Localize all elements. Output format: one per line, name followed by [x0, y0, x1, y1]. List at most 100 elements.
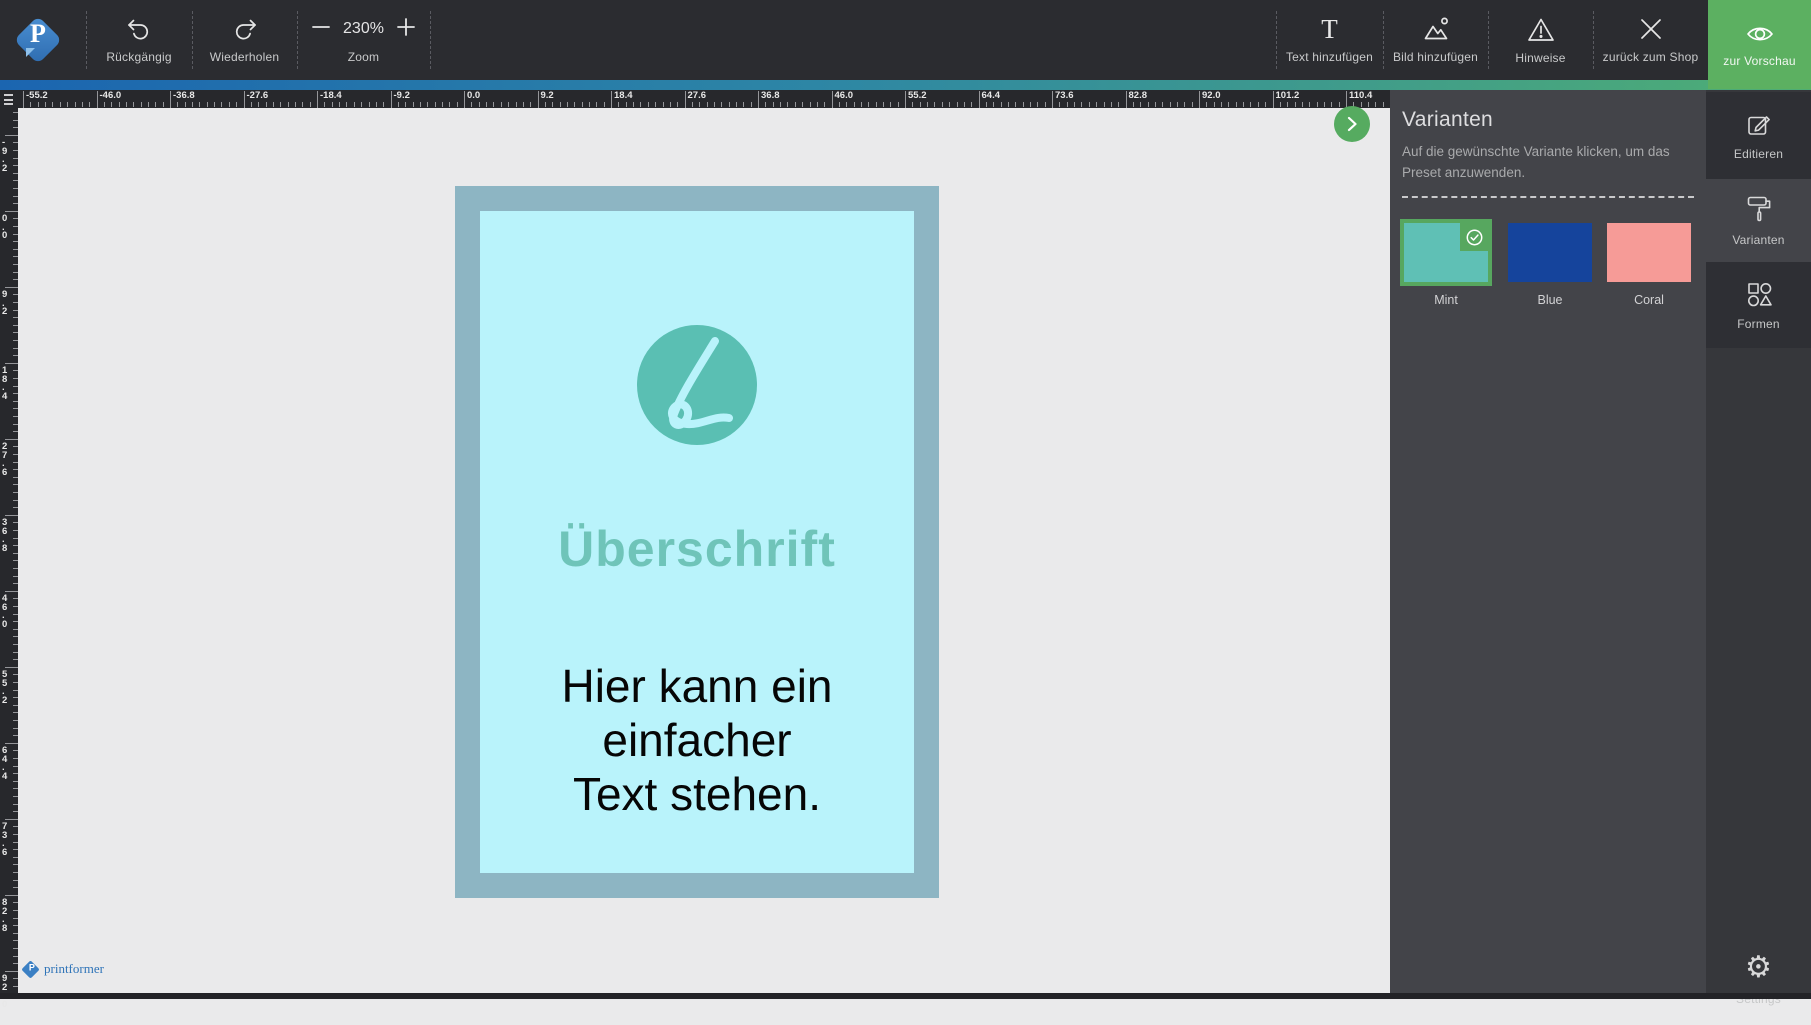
poster-artboard[interactable]: Überschrift Hier kann ein einfacher Text…	[455, 186, 939, 898]
warning-icon	[1526, 16, 1556, 43]
ruler-minor-tick	[13, 758, 18, 759]
undo-label: Rückgängig	[106, 50, 172, 64]
variant-swatch[interactable]	[1607, 223, 1691, 282]
variant-swatch[interactable]	[1508, 223, 1592, 282]
ruler-minor-tick	[272, 102, 274, 107]
ruler-minor-tick	[772, 102, 774, 107]
ruler-minor-tick	[103, 102, 105, 107]
ruler-top-label: -55.2	[26, 90, 48, 101]
variant-label: Coral	[1634, 293, 1664, 307]
ruler-minor-tick	[883, 102, 884, 107]
ruler-top-label: 9.2	[540, 90, 554, 101]
redo-button[interactable]: Wiederholen	[192, 0, 297, 80]
ruler-minor-tick	[1316, 102, 1318, 107]
poster-logo-image[interactable]	[637, 325, 757, 445]
ruler-top-label: -36.8	[173, 90, 195, 101]
undo-button[interactable]: Rückgängig	[86, 0, 192, 80]
ruler-minor-tick	[500, 102, 502, 107]
ruler-top-label: 110.4	[1349, 90, 1373, 101]
app-logo[interactable]: P	[10, 12, 66, 68]
add-text-button[interactable]: T Text hinzufügen	[1276, 0, 1383, 80]
ruler-minor-tick	[13, 628, 18, 630]
poster-heading-text[interactable]: Überschrift	[480, 520, 914, 578]
poster-body-text[interactable]: Hier kann ein einfacher Text stehen.	[480, 659, 914, 821]
add-image-button[interactable]: Bild hinzufügen	[1383, 0, 1488, 80]
ruler-minor-tick	[1103, 102, 1105, 107]
ruler-minor-tick	[13, 636, 18, 638]
tab-formen[interactable]: Formen	[1706, 262, 1811, 348]
printformer-brandmark: P printformer	[21, 959, 104, 979]
bottom-strip	[0, 993, 1811, 999]
ruler-minor-tick	[13, 522, 18, 524]
ruler-minor-tick	[721, 102, 723, 107]
tab-editieren-label: Editieren	[1733, 146, 1784, 161]
ruler-minor-tick	[1147, 102, 1149, 107]
ruler-minor-tick	[13, 735, 18, 737]
ruler-minor-tick	[1338, 102, 1340, 107]
ruler-minor-tick	[13, 689, 18, 691]
poster-background[interactable]: Überschrift Hier kann ein einfacher Text…	[480, 211, 914, 873]
ruler-major-tick	[905, 91, 906, 108]
ruler-minor-tick	[1287, 102, 1289, 107]
ruler-minor-tick	[1265, 102, 1267, 107]
ruler-major-tick	[5, 287, 18, 288]
tab-editieren[interactable]: Editieren	[1706, 92, 1811, 179]
ruler-left-label: 1 8 . 4	[2, 365, 8, 402]
ruler-minor-tick	[927, 102, 929, 107]
variant-blue[interactable]: Blue	[1508, 223, 1592, 307]
ruler-top-label: 82.8	[1128, 90, 1148, 101]
ruler-minor-tick	[74, 102, 76, 107]
settings-button[interactable]: ⚙ Settings	[1706, 933, 1811, 1025]
ruler-minor-tick	[633, 102, 635, 107]
ruler-major-tick	[537, 91, 539, 108]
ruler-minor-tick	[13, 963, 18, 965]
undo-icon	[124, 16, 154, 42]
ruler-major-tick	[317, 91, 318, 108]
ruler-minor-tick	[1030, 102, 1031, 107]
variant-swatch[interactable]	[1400, 219, 1492, 286]
ruler-minor-tick	[13, 864, 18, 866]
variant-mint[interactable]: Mint	[1400, 219, 1492, 307]
zoom-in-icon[interactable]	[396, 17, 416, 42]
ruler-minor-tick	[13, 218, 18, 220]
ruler-top: -55.2 -46.0 -36.8 -27.6 -18.4 -9.2 0.0 9.2 18.4 2…	[0, 90, 1390, 108]
variant-coral[interactable]: Coral	[1607, 223, 1691, 307]
ruler-minor-tick	[706, 102, 708, 107]
ruler-minor-tick	[147, 102, 149, 107]
zoom-label: Zoom	[347, 49, 380, 64]
redo-label: Wiederholen	[209, 50, 280, 64]
ruler-top-label: 55.2	[908, 90, 927, 101]
back-to-shop-button[interactable]: zurück zum Shop	[1593, 0, 1708, 80]
ruler-minor-tick	[471, 102, 473, 107]
preview-button[interactable]: zur Vorschau	[1708, 0, 1811, 89]
ruler-minor-tick	[691, 102, 693, 107]
tab-varianten[interactable]: Varianten	[1706, 179, 1811, 262]
ruler-minor-tick	[1382, 102, 1384, 107]
ruler-minor-tick	[13, 195, 18, 197]
ruler-minor-tick	[13, 347, 18, 349]
ruler-minor-tick	[1000, 102, 1002, 107]
ruler-minor-tick	[1206, 102, 1208, 107]
hints-button[interactable]: Hinweise	[1488, 0, 1593, 80]
ruler-minor-tick	[838, 102, 840, 107]
app-logo-flag	[26, 48, 35, 57]
zoom-out-icon[interactable]	[311, 17, 331, 42]
ruler-minor-tick	[13, 568, 18, 569]
ruler-minor-tick	[1118, 102, 1120, 107]
ruler-minor-tick	[13, 355, 18, 357]
collapse-panel-button[interactable]	[1334, 106, 1370, 142]
ruler-minor-tick	[1169, 102, 1171, 107]
ruler-minor-tick	[13, 621, 18, 623]
ruler-minor-tick	[13, 925, 18, 927]
ruler-top-label: 64.4	[981, 90, 1001, 101]
ruler-minor-tick	[890, 102, 892, 107]
ruler-minor-tick	[1132, 102, 1134, 107]
ruler-minor-tick	[419, 102, 421, 107]
ruler-minor-tick	[736, 102, 737, 107]
ruler-minor-tick	[324, 102, 326, 107]
ruler-left-label: 5 5 . 2	[2, 669, 8, 706]
ruler-minor-tick	[1140, 102, 1142, 107]
ruler-minor-tick	[13, 142, 18, 144]
ruler-minor-tick	[919, 102, 921, 107]
ruler-minor-tick	[13, 385, 18, 387]
